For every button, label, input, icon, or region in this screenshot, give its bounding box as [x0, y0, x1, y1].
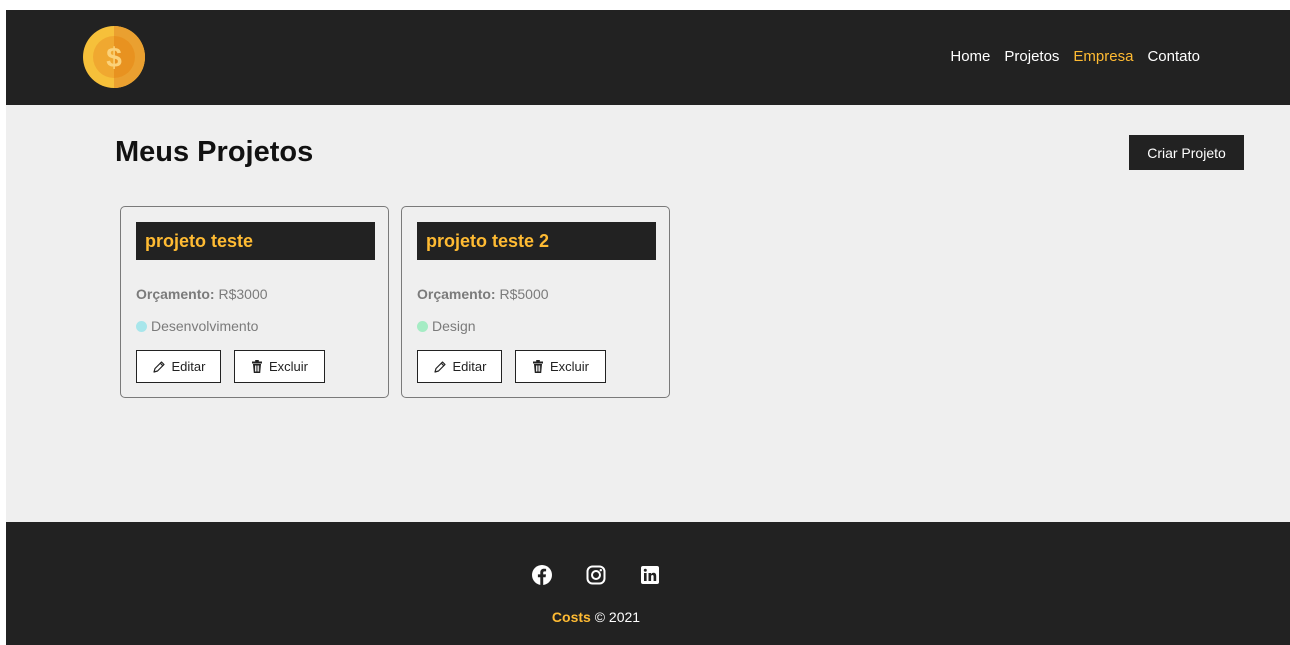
project-list: projeto teste Orçamento: R$3000 Desenvol…: [120, 206, 670, 398]
project-card: projeto teste 2 Orçamento: R$5000 Design…: [401, 206, 670, 398]
edit-label: Editar: [171, 359, 206, 374]
category-label: Design: [432, 318, 476, 334]
facebook-icon[interactable]: [531, 564, 553, 586]
delete-label: Excluir: [549, 359, 589, 374]
project-category: Design: [417, 318, 476, 334]
project-name: projeto teste: [136, 222, 375, 260]
project-name: projeto teste 2: [417, 222, 656, 260]
delete-button[interactable]: Excluir: [515, 350, 606, 383]
pencil-icon: [433, 360, 446, 373]
card-actions: Editar Excluir: [136, 350, 325, 383]
budget-label: Orçamento:: [136, 286, 215, 302]
navbar: $ Home Projetos Empresa Contato: [6, 10, 1290, 105]
edit-label: Editar: [452, 359, 487, 374]
nav-link-projetos[interactable]: Projetos: [1004, 48, 1059, 65]
budget-label: Orçamento:: [417, 286, 496, 302]
linkedin-icon[interactable]: [639, 564, 661, 586]
project-budget: Orçamento: R$3000: [136, 286, 268, 302]
edit-button[interactable]: Editar: [417, 350, 502, 383]
category-dot-icon: [417, 320, 428, 332]
trash-icon: [251, 360, 262, 373]
edit-button[interactable]: Editar: [136, 350, 221, 383]
copyright: Costs © 2021: [6, 609, 1186, 625]
instagram-icon[interactable]: [585, 564, 607, 586]
project-category: Desenvolvimento: [136, 318, 258, 334]
svg-text:$: $: [106, 42, 122, 73]
nav-link-empresa[interactable]: Empresa: [1073, 48, 1133, 65]
footer-brand: Costs: [551, 609, 591, 625]
social-links: [6, 564, 1186, 586]
budget-value: R$3000: [218, 286, 268, 302]
delete-label: Excluir: [268, 359, 308, 374]
delete-button[interactable]: Excluir: [234, 350, 325, 383]
page-title: Meus Projetos: [115, 136, 314, 168]
category-dot-icon: [136, 320, 147, 332]
nav-link-home[interactable]: Home: [950, 48, 990, 65]
coin-dollar-icon[interactable]: $: [83, 26, 145, 88]
trash-icon: [532, 360, 543, 373]
nav-links: Home Projetos Empresa Contato: [950, 48, 1200, 65]
footer: Costs © 2021: [6, 522, 1290, 645]
pencil-icon: [152, 360, 165, 373]
nav-link-contato[interactable]: Contato: [1147, 48, 1200, 65]
budget-value: R$5000: [499, 286, 549, 302]
project-card: projeto teste Orçamento: R$3000 Desenvol…: [120, 206, 389, 398]
project-budget: Orçamento: R$5000: [417, 286, 549, 302]
card-actions: Editar Excluir: [417, 350, 606, 383]
copyright-text: © 2021: [594, 609, 641, 625]
app-frame: $ Home Projetos Empresa Contato Meus Pro…: [6, 10, 1290, 645]
category-label: Desenvolvimento: [151, 318, 259, 334]
create-project-button[interactable]: Criar Projeto: [1129, 135, 1244, 170]
